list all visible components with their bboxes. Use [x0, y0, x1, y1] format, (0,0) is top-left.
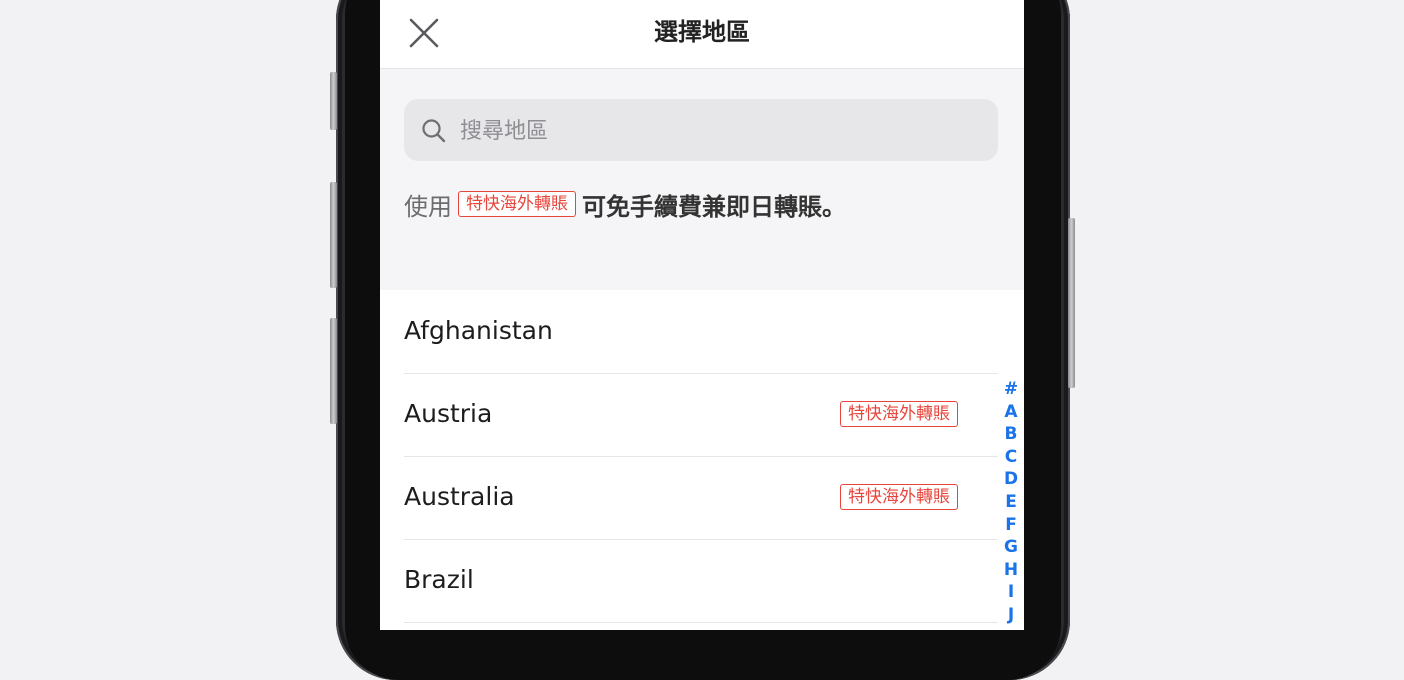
volume-up-button	[330, 182, 337, 288]
index-letter-j[interactable]: J	[1008, 604, 1014, 627]
country-row-australia[interactable]: Australia 特快海外轉賬	[404, 456, 998, 540]
volume-down-button	[330, 318, 337, 424]
index-letter-b[interactable]: B	[1005, 423, 1018, 446]
index-letter-h[interactable]: H	[1004, 559, 1018, 582]
promo-prefix: 使用	[404, 192, 452, 221]
search-section: 使用 特快海外轉賬 可免手續費兼即日轉賬。	[380, 69, 1024, 289]
index-letter-c[interactable]: C	[1005, 446, 1017, 469]
search-box[interactable]	[404, 99, 998, 163]
country-list: Afghanistan Austria 特快海外轉賬 Australia 特快海…	[380, 290, 1024, 630]
close-icon	[409, 18, 439, 48]
promo-suffix: 可免手續費兼即日轉賬。	[582, 192, 846, 221]
index-letter-g[interactable]: G	[1004, 536, 1018, 559]
search-input[interactable]	[458, 99, 982, 163]
region-picker-screen: 選擇地區 使用 特快海外轉賬 可免手續費兼即日轉賬。 Afghanistan	[380, 0, 1024, 630]
country-row-austria[interactable]: Austria 特快海外轉賬	[404, 373, 998, 457]
index-letter-f[interactable]: F	[1005, 514, 1017, 537]
search-icon	[422, 119, 446, 143]
country-row-brazil[interactable]: Brazil	[404, 539, 998, 623]
power-button	[1068, 218, 1075, 388]
country-row-afghanistan[interactable]: Afghanistan	[404, 290, 998, 374]
index-letter-i[interactable]: I	[1008, 581, 1014, 604]
index-letter-hash[interactable]: #	[1004, 378, 1018, 401]
country-name: Afghanistan	[404, 316, 553, 345]
page-title: 選擇地區	[654, 18, 750, 46]
express-transfer-badge: 特快海外轉賬	[840, 484, 958, 510]
silent-switch	[330, 72, 337, 130]
express-transfer-note: 使用 特快海外轉賬 可免手續費兼即日轉賬。	[404, 187, 846, 221]
express-transfer-badge: 特快海外轉賬	[458, 191, 576, 217]
index-letter-d[interactable]: D	[1004, 468, 1018, 491]
index-letter-e[interactable]: E	[1005, 491, 1017, 514]
header: 選擇地區	[380, 0, 1024, 69]
alphabet-index[interactable]: # A B C D E F G H I J	[1000, 378, 1022, 627]
country-name: Austria	[404, 399, 493, 428]
country-name: Brazil	[404, 565, 474, 594]
index-letter-a[interactable]: A	[1004, 401, 1017, 424]
close-button[interactable]	[404, 14, 444, 54]
express-transfer-badge: 特快海外轉賬	[840, 401, 958, 427]
country-name: Australia	[404, 482, 515, 511]
